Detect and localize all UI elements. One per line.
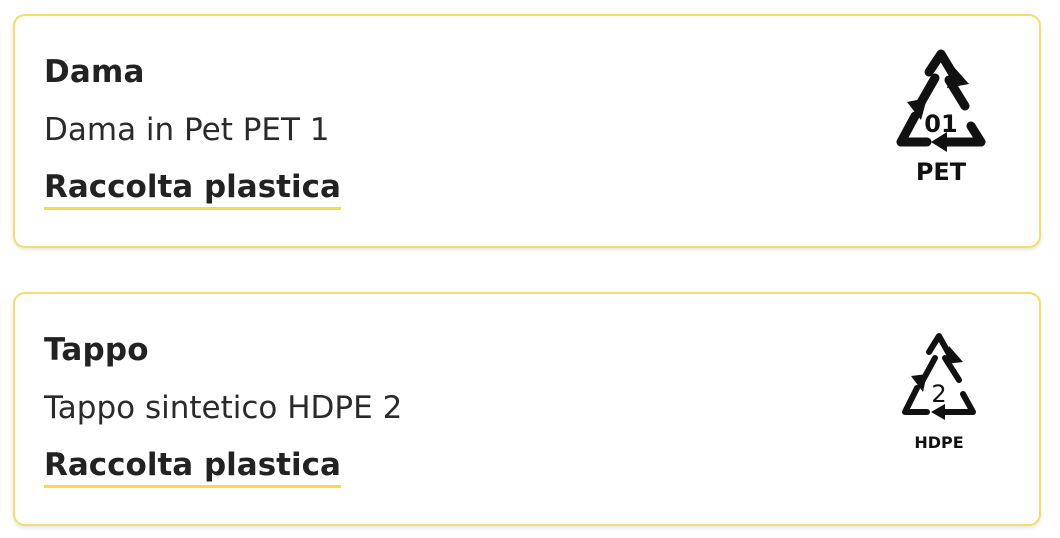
recycle-triangle-icon: 2 HDPE bbox=[889, 328, 989, 458]
collection-link[interactable]: Raccolta plastica bbox=[44, 447, 341, 489]
item-description: Tappo sintetico HDPE 2 bbox=[44, 390, 403, 426]
waste-item-card: Dama Dama in Pet PET 1 Raccolta plastica bbox=[13, 14, 1041, 248]
recycle-code-label: 2 bbox=[931, 380, 946, 408]
item-title: Dama bbox=[44, 54, 145, 90]
recycle-code-label: 01 bbox=[924, 110, 957, 138]
material-label: HDPE bbox=[914, 433, 963, 452]
waste-item-card: Tappo Tappo sintetico HDPE 2 Raccolta pl… bbox=[13, 292, 1041, 526]
material-label: PET bbox=[916, 158, 967, 184]
recycle-triangle-icon: 01 PET bbox=[881, 44, 1001, 184]
collection-link[interactable]: Raccolta plastica bbox=[44, 169, 341, 211]
item-description: Dama in Pet PET 1 bbox=[44, 112, 330, 148]
item-title: Tappo bbox=[44, 332, 149, 368]
